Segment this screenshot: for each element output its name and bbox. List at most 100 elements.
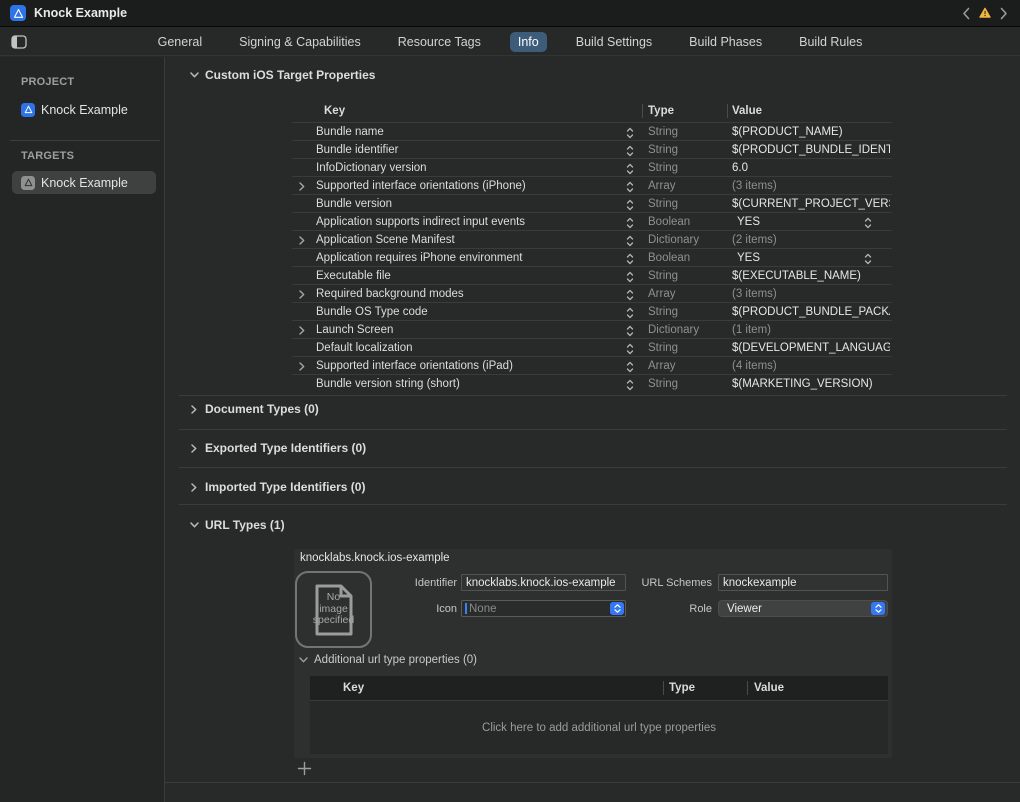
- section-title: Custom iOS Target Properties: [205, 68, 375, 82]
- property-value[interactable]: $(PRODUCT_NAME): [732, 126, 890, 138]
- section-header-imported-type-identifiers[interactable]: Imported Type Identifiers (0): [189, 480, 365, 494]
- property-key: Application supports indirect input even…: [316, 216, 634, 228]
- property-value[interactable]: $(EXECUTABLE_NAME): [732, 270, 890, 282]
- tab-build-settings[interactable]: Build Settings: [568, 32, 660, 52]
- section-header-custom-properties[interactable]: Custom iOS Target Properties: [189, 68, 375, 82]
- key-stepper-icon[interactable]: [626, 378, 634, 396]
- chevron-down-icon[interactable]: [299, 657, 308, 663]
- property-row[interactable]: Supported interface orientations (iPhone…: [292, 176, 892, 194]
- property-type[interactable]: String: [648, 162, 678, 174]
- property-type[interactable]: String: [648, 342, 678, 354]
- tab-info[interactable]: Info: [510, 32, 547, 52]
- add-url-type-button[interactable]: [295, 759, 313, 777]
- additional-table-empty-row[interactable]: Click here to add additional url type pr…: [310, 700, 888, 754]
- property-row[interactable]: Supported interface orientations (iPad)A…: [292, 356, 892, 374]
- add-properties-hint: Click here to add additional url type pr…: [482, 722, 716, 734]
- property-row[interactable]: Default localizationString$(DEVELOPMENT_…: [292, 338, 892, 356]
- chevron-right-icon[interactable]: [189, 444, 199, 453]
- property-key: Bundle OS Type code: [316, 306, 634, 318]
- property-key: Bundle name: [316, 126, 634, 138]
- chevron-down-icon[interactable]: [189, 72, 199, 78]
- property-row[interactable]: Application supports indirect input even…: [292, 212, 892, 230]
- property-type[interactable]: String: [648, 378, 678, 390]
- additional-properties-header[interactable]: Additional url type properties (0): [299, 654, 477, 666]
- url-schemes-field[interactable]: [718, 574, 888, 591]
- editor-tab-bar: General Signing & Capabilities Resource Ta…: [0, 28, 1020, 56]
- tab-general[interactable]: General: [150, 32, 210, 52]
- forward-chevron-icon[interactable]: [998, 5, 1010, 21]
- disclosure-chevron-icon[interactable]: [297, 289, 307, 299]
- section-header-document-types[interactable]: Document Types (0): [189, 402, 319, 416]
- property-type[interactable]: String: [648, 198, 678, 210]
- column-header-value: Value: [754, 682, 784, 694]
- role-popup-button[interactable]: Viewer: [718, 600, 888, 617]
- column-header-type: Type: [648, 105, 674, 117]
- property-row[interactable]: InfoDictionary versionString6.0: [292, 158, 892, 176]
- property-value[interactable]: $(PRODUCT_BUNDLE_PACKAGE_TYPE): [732, 306, 890, 318]
- back-chevron-icon[interactable]: [960, 5, 972, 21]
- disclosure-chevron-icon[interactable]: [297, 181, 307, 191]
- section-header-url-types[interactable]: URL Types (1): [189, 518, 285, 532]
- property-type[interactable]: String: [648, 270, 678, 282]
- property-value[interactable]: $(MARKETING_VERSION): [732, 378, 890, 390]
- property-row[interactable]: Bundle OS Type code String $(PRODUCT_BUNDL…: [292, 302, 892, 320]
- property-value[interactable]: (2 items): [732, 234, 890, 246]
- property-type[interactable]: Array: [648, 288, 675, 300]
- properties-table-header: Key Type Value: [292, 100, 892, 122]
- project-app-icon: [10, 5, 26, 21]
- property-row[interactable]: Bundle identifierString$(PRODUCT_BUNDLE_…: [292, 140, 892, 158]
- disclosure-chevron-icon[interactable]: [297, 361, 307, 371]
- property-value[interactable]: (4 items): [732, 360, 890, 372]
- property-row[interactable]: Bundle versionString$(CURRENT_PROJECT_VE…: [292, 194, 892, 212]
- column-header-key: Key: [343, 682, 364, 694]
- property-value[interactable]: (3 items): [732, 288, 890, 300]
- popup-stepper-icon[interactable]: [871, 602, 885, 615]
- property-row[interactable]: Required background modes Array (3 items): [292, 284, 892, 302]
- property-type[interactable]: Array: [648, 180, 675, 192]
- property-value[interactable]: $(PRODUCT_BUNDLE_IDENTIFIER): [732, 144, 890, 156]
- tab-build-rules[interactable]: Build Rules: [791, 32, 870, 52]
- sidebar-item-project[interactable]: Knock Example: [12, 98, 156, 121]
- sidebar-toggle-icon[interactable]: [10, 33, 28, 51]
- section-header-exported-type-identifiers[interactable]: Exported Type Identifiers (0): [189, 441, 366, 455]
- url-type-image-well[interactable]: No image specified: [295, 571, 372, 648]
- property-row[interactable]: Executable fileString$(EXECUTABLE_NAME): [292, 266, 892, 284]
- property-value[interactable]: $(DEVELOPMENT_LANGUAGE): [732, 342, 890, 354]
- tab-signing-capabilities[interactable]: Signing & Capabilities: [231, 32, 369, 52]
- disclosure-chevron-icon[interactable]: [297, 235, 307, 245]
- icon-combo-box[interactable]: None: [461, 600, 626, 617]
- identifier-field[interactable]: [461, 574, 626, 591]
- sidebar-item-target[interactable]: Knock Example: [12, 171, 156, 194]
- section-divider: [179, 467, 1007, 468]
- property-row[interactable]: Launch Screen Dictionary (1 item): [292, 320, 892, 338]
- property-row[interactable]: Bundle version string (short)String$(MAR…: [292, 374, 892, 392]
- chevron-right-icon[interactable]: [189, 483, 199, 492]
- property-value[interactable]: (1 item): [732, 324, 890, 336]
- property-value[interactable]: 6.0: [732, 162, 890, 174]
- section-title: Document Types (0): [205, 402, 319, 416]
- section-divider: [179, 395, 1007, 396]
- property-value[interactable]: (3 items): [732, 180, 890, 192]
- property-key: Required background modes: [316, 288, 634, 300]
- chevron-down-icon[interactable]: [189, 522, 199, 528]
- content-bottom-divider: [165, 782, 1020, 783]
- property-type[interactable]: Array: [648, 360, 675, 372]
- property-type[interactable]: String: [648, 306, 678, 318]
- property-row[interactable]: Bundle name String $(PRODUCT_NAME): [292, 122, 892, 140]
- property-row[interactable]: Application requires iPhone environmentB…: [292, 248, 892, 266]
- property-type[interactable]: String: [648, 144, 678, 156]
- disclosure-chevron-icon[interactable]: [297, 325, 307, 335]
- warning-triangle-icon[interactable]: [979, 5, 991, 21]
- property-type[interactable]: String: [648, 126, 678, 138]
- tab-resource-tags[interactable]: Resource Tags: [390, 32, 489, 52]
- tab-build-phases[interactable]: Build Phases: [681, 32, 770, 52]
- url-type-entry-card: knocklabs.knock.ios-example No image spe…: [294, 549, 892, 758]
- chevron-right-icon[interactable]: [189, 405, 199, 414]
- property-key: Launch Screen: [316, 324, 634, 336]
- property-type[interactable]: Dictionary: [648, 234, 699, 246]
- property-value[interactable]: $(CURRENT_PROJECT_VERSION): [732, 198, 890, 210]
- property-type[interactable]: Boolean: [648, 216, 690, 228]
- property-row[interactable]: Application Scene ManifestDictionary(2 i…: [292, 230, 892, 248]
- property-type[interactable]: Boolean: [648, 252, 690, 264]
- property-type[interactable]: Dictionary: [648, 324, 699, 336]
